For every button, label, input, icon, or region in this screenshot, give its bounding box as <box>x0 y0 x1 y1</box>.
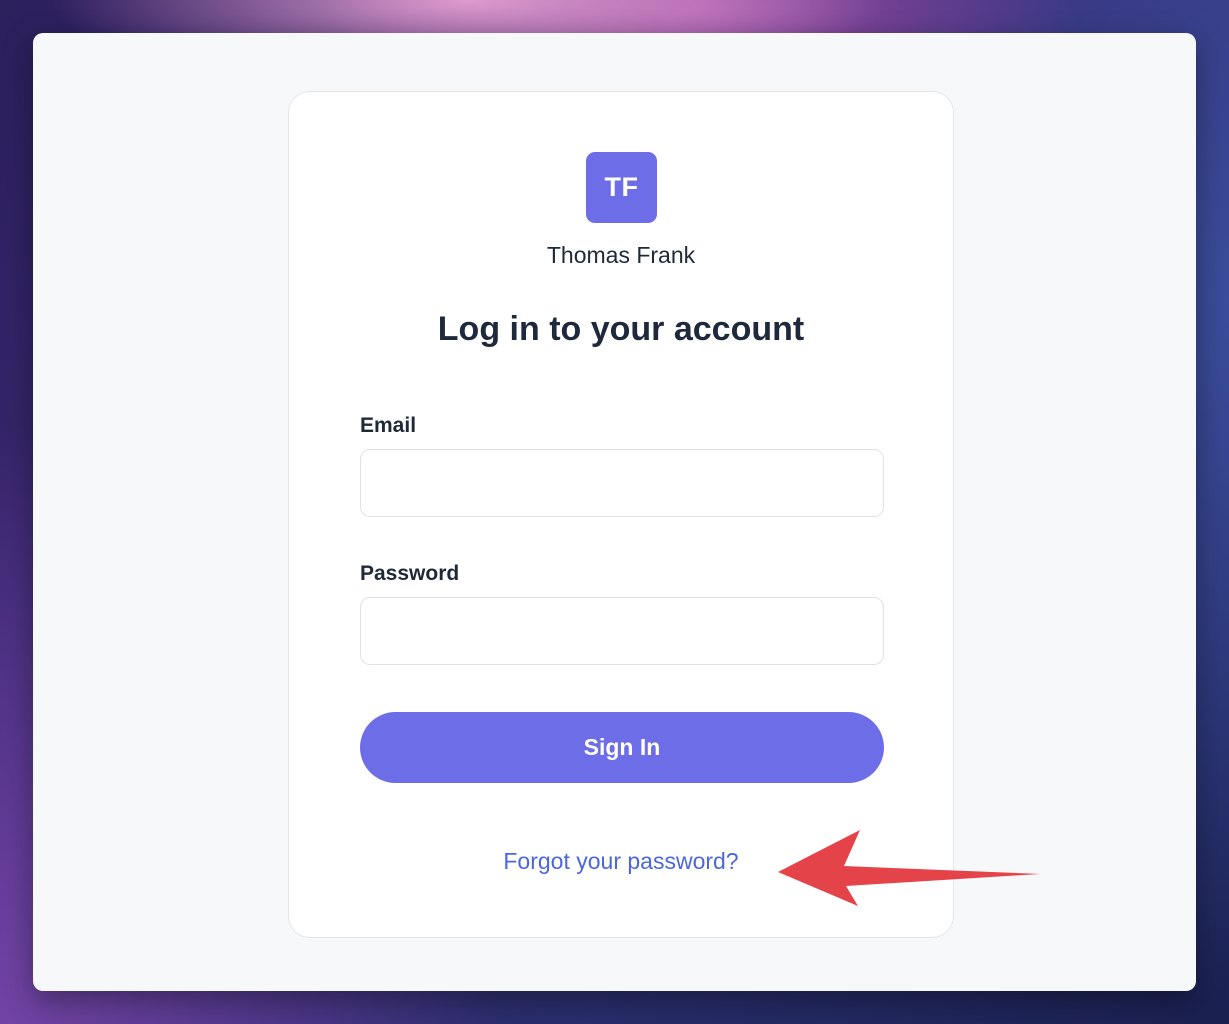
org-logo-avatar: TF <box>586 152 657 223</box>
org-name: Thomas Frank <box>546 242 696 268</box>
password-field[interactable] <box>360 597 884 665</box>
email-field[interactable] <box>360 449 884 517</box>
forgot-password-link[interactable]: Forgot your password? <box>503 848 738 874</box>
page-title: Log in to your account <box>437 310 805 348</box>
password-label: Password <box>360 562 460 585</box>
email-label: Email <box>360 414 417 437</box>
arrow-left-icon <box>778 830 1040 906</box>
login-card: TF Thomas Frank Log in to your account E… <box>288 91 954 938</box>
sign-in-button[interactable]: Sign In <box>360 712 884 783</box>
